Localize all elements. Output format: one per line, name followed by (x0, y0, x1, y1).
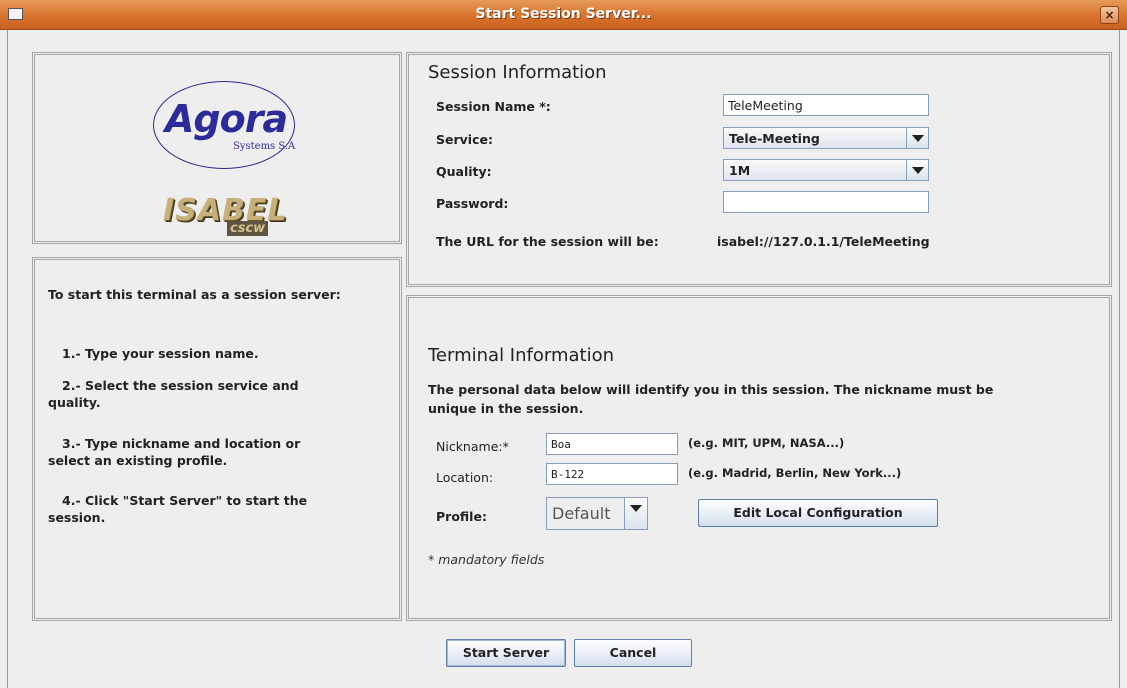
instruction-step-4: 4.- Click "Start Server" to start the (62, 493, 308, 508)
instruction-step-2: 2.- Select the session service and (62, 378, 299, 393)
isabel-logo: ISABEL (163, 193, 288, 228)
nickname-hint: (e.g. MIT, UPM, NASA...) (688, 436, 845, 450)
password-label: Password: (436, 196, 509, 211)
instructions-panel: To start this terminal as a session serv… (32, 257, 402, 621)
edit-local-configuration-button[interactable]: Edit Local Configuration (698, 499, 938, 527)
profile-select-value: Default (552, 504, 611, 523)
location-label: Location: (436, 470, 494, 485)
cancel-button[interactable]: Cancel (574, 639, 692, 667)
quality-select-value: 1M (729, 163, 751, 178)
dialog-body: Agora Systems S.A ISABEL cscw To start t… (7, 30, 1120, 688)
terminal-description-line2: unique in the session. (428, 401, 584, 416)
chevron-down-icon[interactable] (906, 128, 928, 148)
session-name-input[interactable] (723, 94, 929, 116)
chevron-down-icon[interactable] (906, 160, 928, 180)
start-server-button[interactable]: Start Server (446, 639, 566, 667)
profile-label: Profile: (436, 509, 487, 524)
instruction-step-4-cont: session. (48, 510, 106, 525)
terminal-info-panel: Terminal Information The personal data b… (406, 295, 1112, 621)
logo-panel: Agora Systems S.A ISABEL cscw (32, 52, 402, 244)
nickname-label: Nickname:* (436, 439, 509, 454)
session-url-label: The URL for the session will be: (436, 234, 659, 249)
profile-select[interactable]: Default (546, 497, 648, 530)
close-icon[interactable]: × (1100, 6, 1119, 24)
location-hint: (e.g. Madrid, Berlin, New York...) (688, 466, 902, 480)
service-label: Service: (436, 132, 493, 147)
cscw-logo: cscw (227, 221, 269, 236)
agora-logo-subtitle: Systems S.A (233, 141, 296, 152)
instructions-heading: To start this terminal as a session serv… (48, 287, 341, 302)
terminal-info-title: Terminal Information (428, 345, 614, 366)
chevron-down-icon[interactable] (624, 498, 647, 529)
session-name-label: Session Name *: (436, 99, 551, 114)
instruction-step-3: 3.- Type nickname and location or (62, 436, 301, 451)
service-select-value: Tele-Meeting (729, 131, 820, 146)
title-bar: Start Session Server... × (0, 0, 1127, 30)
quality-select[interactable]: 1M (723, 159, 929, 181)
instruction-step-2-cont: quality. (48, 395, 101, 410)
location-input[interactable] (546, 463, 678, 485)
instruction-step-1: 1.- Type your session name. (62, 346, 259, 361)
terminal-description-line1: The personal data below will identify yo… (428, 382, 994, 397)
session-info-panel: Session Information Session Name *: Serv… (406, 52, 1112, 287)
agora-logo: Agora (165, 97, 288, 141)
session-info-title: Session Information (428, 62, 607, 83)
window-title: Start Session Server... (475, 6, 652, 22)
instruction-step-3-cont: select an existing profile. (48, 453, 228, 468)
nickname-input[interactable] (546, 433, 678, 455)
password-input[interactable] (723, 191, 929, 213)
quality-label: Quality: (436, 164, 492, 179)
service-select[interactable]: Tele-Meeting (723, 127, 929, 149)
mandatory-fields-note: * mandatory fields (428, 552, 545, 567)
session-url-value: isabel://127.0.1.1/TeleMeeting (717, 234, 930, 249)
